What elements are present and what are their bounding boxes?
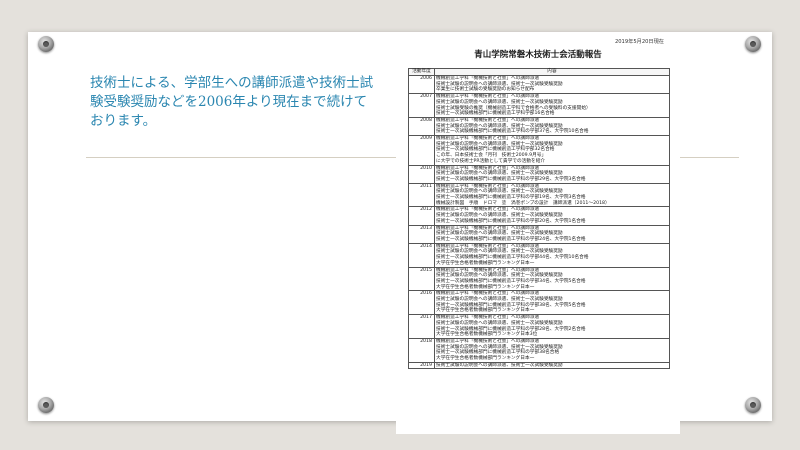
row-content: 機械創造工学科「機械技術と社会」への講師派遣 技術士試験の説明会への講師派遣、技術… (434, 206, 670, 226)
row-content: 機械創造工学科「機械技術と社会」への講師派遣 技術士試験の説明会への講師派遣、技術… (434, 266, 670, 292)
row-year: 2010 (408, 164, 435, 184)
row-content: 機械創造工学科「機械技術と社会」への講師派遣 技術士試験の説明会への講師派遣、技術… (434, 314, 670, 339)
table-row: 2015 機械創造工学科「機械技術と社会」への講師派遣 技術士試験の説明会への講師派… (408, 266, 670, 292)
document-date: 2019年5月20日現在 (614, 39, 664, 45)
document-title: 青山学院常磐木技術士会活動報告 (474, 50, 602, 60)
row-content: 機械創造工学科「機械技術と社会」への講師派遣 技術士試験の説明会への講師派遣、技術… (434, 135, 670, 166)
row-year: 2014 (408, 242, 435, 268)
row-year: 2011 (408, 182, 435, 208)
header-year: 活動年度 (408, 68, 435, 76)
row-year: 2018 (408, 337, 435, 363)
row-content: 機械創造工学科「機械技術と社会」への講師派遣 技術士試験の説明会への講師派遣、技術… (434, 93, 670, 118)
row-content-line: 大学在学生合格者数機械部門ランキング日本3位 (436, 332, 538, 338)
row-year: 2019 (408, 361, 435, 370)
row-content-line: 技術士一次試験機械部門に機械創造工学科の学部20名、大学院1名合格 (436, 218, 586, 224)
table-row: 2008 機械創造工学科「機械技術と社会」への講師派遣 技術士試験の説明会への講師派… (408, 116, 670, 137)
row-content-line: に大学での技術士PR活動として貴学での活動を紹介 (436, 158, 546, 164)
row-content-line: 大学在学生合格者数機械部門ランキング日本一 (436, 284, 535, 290)
table-row: 2006 機械創造工学科「機械技術と社会」への講師派遣 技術士試験の説明会への講師派… (408, 74, 670, 95)
table-row: 2009 機械創造工学科「機械技術と社会」への講師派遣 技術士試験の説明会への講師派… (408, 135, 670, 166)
row-year: 2012 (408, 206, 435, 226)
pushpin-icon (745, 397, 761, 413)
table-row: 2011 機械創造工学科「機械技術と社会」への講師派遣 技術士試験の説明会への講師派… (408, 182, 670, 208)
row-year: 2013 (408, 224, 435, 244)
table-header-row: 活動年度 内容 (408, 68, 670, 76)
row-content-line: 技術士一次試験機械部門に機械創造工学科の学部29名、大学院3名合格 (436, 176, 586, 182)
row-content: 機械創造工学科「機械技術と社会」への講師派遣 技術士試験の説明会への講師派遣、技術… (434, 182, 670, 208)
row-content: 機械創造工学科「機械技術と社会」への講師派遣 技術士試験の説明会への講師派遣、技術… (434, 116, 670, 137)
table-row: 2016 機械創造工学科「機械技術と社会」への講師派遣 技術士試験の説明会への講師派… (408, 290, 670, 316)
row-content: 機械創造工学科「機械技術と社会」への講師派遣 技術士試験の説明会への講師派遣、技術… (434, 242, 670, 268)
row-content-line: 機械設計製図 手順 ドロマ 塗 渦巻ポンプの設計 講師派遣（2011～2018） (436, 200, 610, 206)
table-row: 2018 機械創造工学科「機械技術と社会」への講師派遣 技術士試験の説明会への講師派… (408, 337, 670, 363)
row-year: 2006 (408, 74, 435, 95)
table-row: 2007 機械創造工学科「機械技術と社会」への講師派遣 技術士試験の説明会への講師派… (408, 93, 670, 118)
row-content-line: 技術士一次試験機械部門に機械創造工学科の学部37名、大学院10名合格 (436, 129, 589, 135)
row-content-line: 大学在学生合格者数機械部門ランキング日本一 (436, 356, 535, 362)
row-year: 2009 (408, 135, 435, 166)
table-row: 2017 機械創造工学科「機械技術と社会」への講師派遣 技術士試験の説明会への講師派… (408, 314, 670, 339)
row-year: 2016 (408, 290, 435, 316)
pushpin-icon (38, 397, 54, 413)
table-row: 2014 機械創造工学科「機械技術と社会」への講師派遣 技術士試験の説明会への講師派… (408, 242, 670, 268)
activity-report-document: 2019年5月20日現在 青山学院常磐木技術士会活動報告 活動年度 内容 200… (396, 36, 680, 434)
row-content: 機械創造工学科「機械技術と社会」への講師派遣 技術士試験の説明会への講師派遣、技術… (434, 74, 670, 95)
row-content: 機械創造工学科「機械技術と社会」への講師派遣 技術士試験の説明会への講師派遣、技術… (434, 224, 670, 244)
row-content-line: 大学在学生合格者数機械部門ランキング日本一 (436, 260, 535, 266)
row-year: 2008 (408, 116, 435, 137)
row-content: 機械創造工学科「機械技術と社会」への講師派遣 技術士試験の説明会への講師派遣、技術… (434, 164, 670, 184)
row-content-line: 技術士一次試験機械部門に機械創造工学科学部16名合格 (436, 111, 555, 117)
header-content: 内容 (434, 68, 670, 76)
activity-table: 活動年度 内容 2006 機械創造工学科「機械技術と社会」への講師派遣 技術士試験の… (408, 68, 670, 370)
row-content: 機械創造工学科「機械技術と社会」への講師派遣 技術士試験の説明会への講師派遣、技術… (434, 337, 670, 363)
activity-table-body: 2006 機械創造工学科「機械技術と社会」への講師派遣 技術士試験の説明会への講師派… (408, 74, 670, 370)
row-content-line: 大学在学生合格者数機械部門ランキング日本一 (436, 308, 535, 314)
row-content-line: 技術士試験の説明会への講師派遣、技術士一次試験受験奨励 (436, 362, 563, 368)
slide-body-text: 技術士による、学部生への講師派遣や技術士試験受験奨励などを2006年より現在まで… (90, 75, 374, 129)
table-row: 2019 技術士試験の説明会への講師派遣、技術士一次試験受験奨励 (408, 361, 670, 370)
row-content-line: 卒業生に技術士試験の受験奨励のお知らせ配布 (436, 87, 535, 93)
table-row: 2010 機械創造工学科「機械技術と社会」への講師派遣 技術士試験の説明会への講師派… (408, 164, 670, 184)
table-row: 2012 機械創造工学科「機械技術と社会」への講師派遣 技術士試験の説明会への講師派… (408, 206, 670, 226)
row-year: 2007 (408, 93, 435, 118)
row-content: 機械創造工学科「機械技術と社会」への講師派遣 技術士試験の説明会への講師派遣、技術… (434, 290, 670, 316)
row-content: 技術士試験の説明会への講師派遣、技術士一次試験受験奨励 (434, 361, 670, 370)
row-content-line: 技術士一次試験機械部門に機械創造工学科の学部24名、大学院1名合格 (436, 236, 586, 242)
table-row: 2013 機械創造工学科「機械技術と社会」への講師派遣 技術士試験の説明会への講師派… (408, 224, 670, 244)
pushpin-icon (745, 36, 761, 52)
pushpin-icon (38, 36, 54, 52)
row-year: 2017 (408, 314, 435, 339)
row-year: 2015 (408, 266, 435, 292)
